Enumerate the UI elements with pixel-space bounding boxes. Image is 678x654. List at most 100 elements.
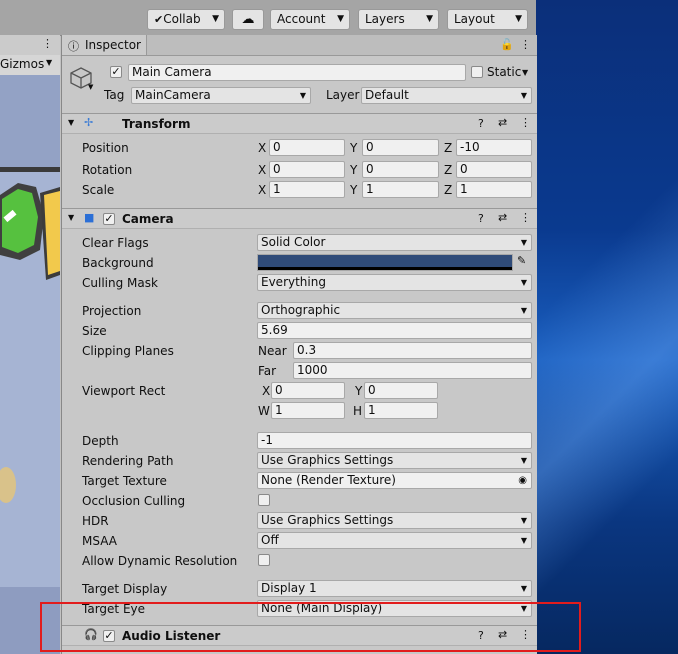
size-label: Size [82,324,107,338]
foldout-arrow-icon[interactable]: ▼ [68,213,74,222]
info-icon: ⓘ [68,40,79,53]
position-x-label[interactable]: X [258,141,266,155]
account-dropdown[interactable]: Account ▼ [270,9,350,30]
rotation-x-field[interactable]: 0 [269,161,345,178]
scale-x-field[interactable]: 1 [269,181,345,198]
position-x-field[interactable]: 0 [269,139,345,156]
layer-dropdown[interactable]: Default ▼ [361,87,532,104]
position-z-label[interactable]: Z [444,141,452,155]
rotation-y-field[interactable]: 0 [362,161,439,178]
viewport-x-field[interactable]: 0 [271,382,345,399]
far-label[interactable]: Far [258,364,276,378]
layers-dropdown[interactable]: Layers ▼ [358,9,439,30]
position-y-label[interactable]: Y [350,141,357,155]
hdr-value: Use Graphics Settings [261,513,394,527]
desktop-light-beam [536,0,678,654]
scene-panel: ⋮ Gizmos ▼ [0,35,60,654]
cloud-button[interactable]: ☁ [232,9,264,30]
viewport-x-label[interactable]: X [262,384,270,398]
far-field[interactable]: 1000 [293,362,532,379]
chevron-down-icon: ▼ [520,516,527,525]
chevron-down-icon[interactable]: ▼ [46,58,52,67]
viewport-h-label[interactable]: H [353,404,362,418]
more-options-icon[interactable]: ⋮ [520,116,531,129]
culling-mask-dropdown[interactable]: Everything ▼ [257,274,532,291]
inspector-tab-bar: ⓘ Inspector 🔓 ⋮ [62,35,537,56]
static-label[interactable]: Static [487,65,521,79]
chevron-down-icon[interactable]: ▼ [88,83,93,91]
dynamic-resolution-checkbox[interactable] [258,554,270,566]
gizmos-dropdown[interactable]: Gizmos [0,57,44,71]
camera-enabled-checkbox[interactable]: ✓ [103,213,115,225]
viewport-w-label[interactable]: W [258,404,270,418]
layout-dropdown[interactable]: Layout ▼ [447,9,528,30]
transform-header[interactable]: ▼ ✢ Transform ? ⇄ ⋮ [62,113,537,134]
hdr-dropdown[interactable]: Use Graphics Settings ▼ [257,512,532,529]
position-z-field[interactable]: -10 [456,139,532,156]
chevron-down-icon: ▼ [520,238,527,247]
scale-y-label[interactable]: Y [350,183,357,197]
viewport-y-field[interactable]: 0 [364,382,438,399]
foldout-arrow-icon[interactable]: ▼ [68,118,74,127]
scene-viewport[interactable] [0,75,60,654]
main-toolbar: ✔Collab ▼ ☁ Account ▼ Layers ▼ Layout ▼ [0,0,536,36]
static-checkbox[interactable] [471,66,483,78]
chevron-down-icon: ▼ [426,14,433,24]
size-field[interactable]: 5.69 [257,322,532,339]
chevron-down-icon: ▼ [520,278,527,287]
scale-y-field[interactable]: 1 [362,181,439,198]
lock-icon[interactable]: 🔓 [500,38,514,51]
scene-sprites [0,167,60,654]
near-field[interactable]: 0.3 [293,342,532,359]
scale-x-label[interactable]: X [258,183,266,197]
scale-z-field[interactable]: 1 [456,181,532,198]
tag-dropdown[interactable]: MainCamera ▼ [131,87,311,104]
viewport-w-field[interactable]: 1 [271,402,345,419]
active-checkbox[interactable]: ✓ [110,66,122,78]
object-name-field[interactable]: Main Camera [128,64,466,81]
target-texture-value: None (Render Texture) [261,473,396,487]
inspector-tab-label: Inspector [85,38,141,52]
projection-dropdown[interactable]: Orthographic ▼ [257,302,532,319]
eyedropper-icon[interactable]: ✎ [517,254,526,267]
chevron-down-icon: ▼ [520,306,527,315]
occlusion-culling-checkbox[interactable] [258,494,270,506]
camera-header[interactable]: ▼ ■ ✓ Camera ? ⇄ ⋮ [62,208,537,229]
help-icon[interactable]: ? [478,117,484,130]
rotation-y-label[interactable]: Y [350,163,357,177]
clear-flags-value: Solid Color [261,235,326,249]
target-display-dropdown[interactable]: Display 1 ▼ [257,580,532,597]
depth-label: Depth [82,434,119,448]
inspector-tab[interactable]: ⓘ Inspector [62,35,147,55]
scene-toolbar: Gizmos ▼ [0,55,60,76]
position-y-field[interactable]: 0 [362,139,439,156]
scale-z-label[interactable]: Z [444,183,452,197]
account-label: Account [277,12,326,26]
rotation-z-label[interactable]: Z [444,163,452,177]
help-icon[interactable]: ? [478,212,484,225]
preset-icon[interactable]: ⇄ [498,211,507,224]
rotation-z-field[interactable]: 0 [456,161,532,178]
rotation-x-label[interactable]: X [258,163,266,177]
target-texture-field[interactable]: None (Render Texture) ◉ [257,472,532,489]
chevron-down-icon[interactable]: ▼ [522,68,528,77]
msaa-dropdown[interactable]: Off ▼ [257,532,532,549]
check-circle-icon: ✔ [154,13,164,26]
more-options-icon[interactable]: ⋮ [520,38,531,51]
chevron-down-icon: ▼ [520,456,527,465]
chevron-down-icon: ▼ [337,14,344,24]
collab-button[interactable]: ✔Collab ▼ [147,9,225,30]
scale-label: Scale [82,183,115,197]
depth-field[interactable]: -1 [257,432,532,449]
viewport-h-field[interactable]: 1 [364,402,438,419]
rendering-path-dropdown[interactable]: Use Graphics Settings ▼ [257,452,532,469]
viewport-y-label[interactable]: Y [355,384,362,398]
near-label[interactable]: Near [258,344,287,358]
background-color-field[interactable] [257,254,513,271]
object-picker-icon[interactable]: ◉ [518,473,527,488]
camera-icon: ■ [84,211,95,224]
more-options-icon[interactable]: ⋮ [520,211,531,224]
more-options-icon[interactable]: ⋮ [42,37,53,50]
preset-icon[interactable]: ⇄ [498,116,507,129]
clear-flags-dropdown[interactable]: Solid Color ▼ [257,234,532,251]
